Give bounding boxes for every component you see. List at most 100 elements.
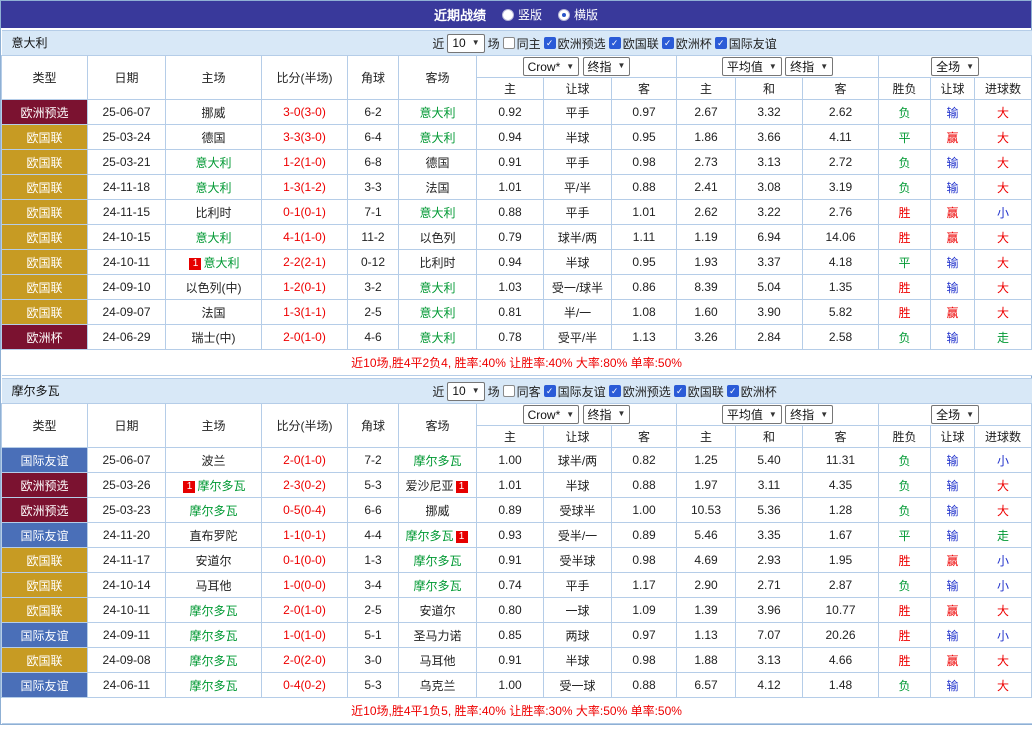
score: 3-0(3-0)	[262, 100, 348, 125]
same-venue-checkbox[interactable]: 同客	[503, 383, 541, 400]
avg-home: 1.13	[677, 623, 736, 648]
corner-score: 6-8	[348, 150, 399, 175]
result-goals: 小	[975, 548, 1032, 573]
result-goals: 大	[975, 275, 1032, 300]
avg-source-select[interactable]: 平均值 ▼	[722, 405, 782, 424]
same-venue-checkbox[interactable]: 同主	[503, 35, 541, 52]
match-date: 25-06-07	[88, 100, 166, 125]
competition-checkbox[interactable]: ✓ 国际友谊	[544, 383, 606, 400]
handicap: 半球	[544, 473, 612, 498]
avg-kind-select[interactable]: 终指 ▼	[785, 57, 833, 76]
odds-company-select[interactable]: Crow* ▼	[523, 57, 580, 76]
corner-score: 3-2	[348, 275, 399, 300]
result-wdl: 胜	[879, 200, 931, 225]
match-count-select[interactable]: 10 ▼	[447, 34, 484, 53]
odds-kind-value: 终指	[588, 406, 612, 423]
handicap: 半/一	[544, 300, 612, 325]
odds-company-select[interactable]: Crow* ▼	[523, 405, 580, 424]
corner-score: 3-4	[348, 573, 399, 598]
layout-vertical-radio[interactable]: 竖版	[502, 6, 542, 23]
scope-value: 全场	[936, 406, 960, 423]
score: 3-3(3-0)	[262, 125, 348, 150]
match-count-select[interactable]: 10 ▼	[447, 382, 484, 401]
match-row: 欧国联24-09-10以色列(中)1-2(0-1)3-2意大利1.03受一/球半…	[2, 275, 1032, 300]
match-row: 欧国联24-09-07法国1-3(1-1)2-5意大利0.81半/一1.081.…	[2, 300, 1032, 325]
avg-draw: 3.13	[736, 150, 803, 175]
page: 近期战绩 竖版 横版 意大利 近 10	[0, 0, 1032, 725]
corner-score: 4-4	[348, 523, 399, 548]
odds-home: 0.92	[477, 100, 544, 125]
competition-checkbox[interactable]: ✓ 欧国联	[674, 383, 724, 400]
competition-label: 欧国联	[623, 35, 659, 52]
result-goals: 小	[975, 623, 1032, 648]
result-wdl: 胜	[879, 623, 931, 648]
corner-score: 4-6	[348, 325, 399, 350]
away-team: 安道尔	[399, 598, 477, 623]
scope-select[interactable]: 全场 ▼	[931, 405, 979, 424]
avg-draw: 3.35	[736, 523, 803, 548]
competition-checkbox[interactable]: ✓ 国际友谊	[715, 35, 777, 52]
corner-score: 2-5	[348, 598, 399, 623]
result-goals: 大	[975, 473, 1032, 498]
match-row: 欧国联25-03-24德国3-3(3-0)6-4意大利0.94半球0.951.8…	[2, 125, 1032, 150]
match-row: 欧国联24-11-18意大利1-3(1-2)3-3法国1.01平/半0.882.…	[2, 175, 1032, 200]
avg-away: 14.06	[803, 225, 879, 250]
home-team: 1摩尔多瓦	[166, 473, 262, 498]
odds-kind-select[interactable]: 终指 ▼	[583, 57, 631, 76]
result-handicap: 输	[931, 100, 975, 125]
team-name: 意大利	[12, 31, 48, 55]
match-date: 25-06-07	[88, 448, 166, 473]
odds-away: 1.13	[612, 325, 677, 350]
handicap: 受球半	[544, 498, 612, 523]
match-date: 24-10-11	[88, 250, 166, 275]
score: 0-4(0-2)	[262, 673, 348, 698]
handicap: 两球	[544, 623, 612, 648]
match-date: 25-03-26	[88, 473, 166, 498]
avg-away: 11.31	[803, 448, 879, 473]
competition-checkbox[interactable]: ✓ 欧洲杯	[727, 383, 777, 400]
layout-horizontal-radio[interactable]: 横版	[558, 6, 598, 23]
corner-score: 3-0	[348, 648, 399, 673]
corner-score: 3-3	[348, 175, 399, 200]
result-goals: 大	[975, 150, 1032, 175]
col-header-handicap: 让球	[544, 426, 612, 448]
avg-source-value: 平均值	[727, 58, 763, 75]
avg-draw: 3.90	[736, 300, 803, 325]
competition-type: 欧国联	[2, 175, 88, 200]
odds-home: 0.74	[477, 573, 544, 598]
corner-score: 6-6	[348, 498, 399, 523]
scope-select[interactable]: 全场 ▼	[931, 57, 979, 76]
competition-checkbox[interactable]: ✓ 欧国联	[609, 35, 659, 52]
chevron-down-icon: ▼	[566, 63, 574, 71]
match-row: 欧国联24-11-17安道尔0-1(0-0)1-3摩尔多瓦0.91受半球0.98…	[2, 548, 1032, 573]
competition-checkbox[interactable]: ✓ 欧洲杯	[662, 35, 712, 52]
result-handicap: 赢	[931, 225, 975, 250]
match-date: 24-10-11	[88, 598, 166, 623]
avg-kind-select[interactable]: 终指 ▼	[785, 405, 833, 424]
score: 2-0(1-0)	[262, 598, 348, 623]
odds-kind-select[interactable]: 终指 ▼	[583, 405, 631, 424]
avg-away: 4.18	[803, 250, 879, 275]
odds-company-value: Crow*	[528, 60, 561, 74]
competition-checkbox[interactable]: ✓ 欧洲预选	[544, 35, 606, 52]
competition-type: 欧国联	[2, 225, 88, 250]
result-wdl: 负	[879, 448, 931, 473]
avg-source-select[interactable]: 平均值 ▼	[722, 57, 782, 76]
result-goals: 大	[975, 648, 1032, 673]
avg-home: 2.67	[677, 100, 736, 125]
layout-vertical-label: 竖版	[518, 6, 542, 23]
avg-away: 5.82	[803, 300, 879, 325]
summary-text: 近10场,胜4平1负5, 胜率:40% 让胜率:30% 大率:50% 单率:50…	[2, 698, 1032, 724]
result-goals: 小	[975, 573, 1032, 598]
competition-checkbox[interactable]: ✓ 欧洲预选	[609, 383, 671, 400]
odds-away: 0.98	[612, 150, 677, 175]
result-goals: 走	[975, 325, 1032, 350]
avg-draw: 3.13	[736, 648, 803, 673]
odds-company-value: Crow*	[528, 408, 561, 422]
odds-home: 0.89	[477, 498, 544, 523]
match-row: 国际友谊24-06-11摩尔多瓦0-4(0-2)5-3乌克兰1.00受一球0.8…	[2, 673, 1032, 698]
odds-away: 0.98	[612, 548, 677, 573]
avg-away: 1.95	[803, 548, 879, 573]
handicap: 平/半	[544, 175, 612, 200]
corner-score: 7-1	[348, 200, 399, 225]
